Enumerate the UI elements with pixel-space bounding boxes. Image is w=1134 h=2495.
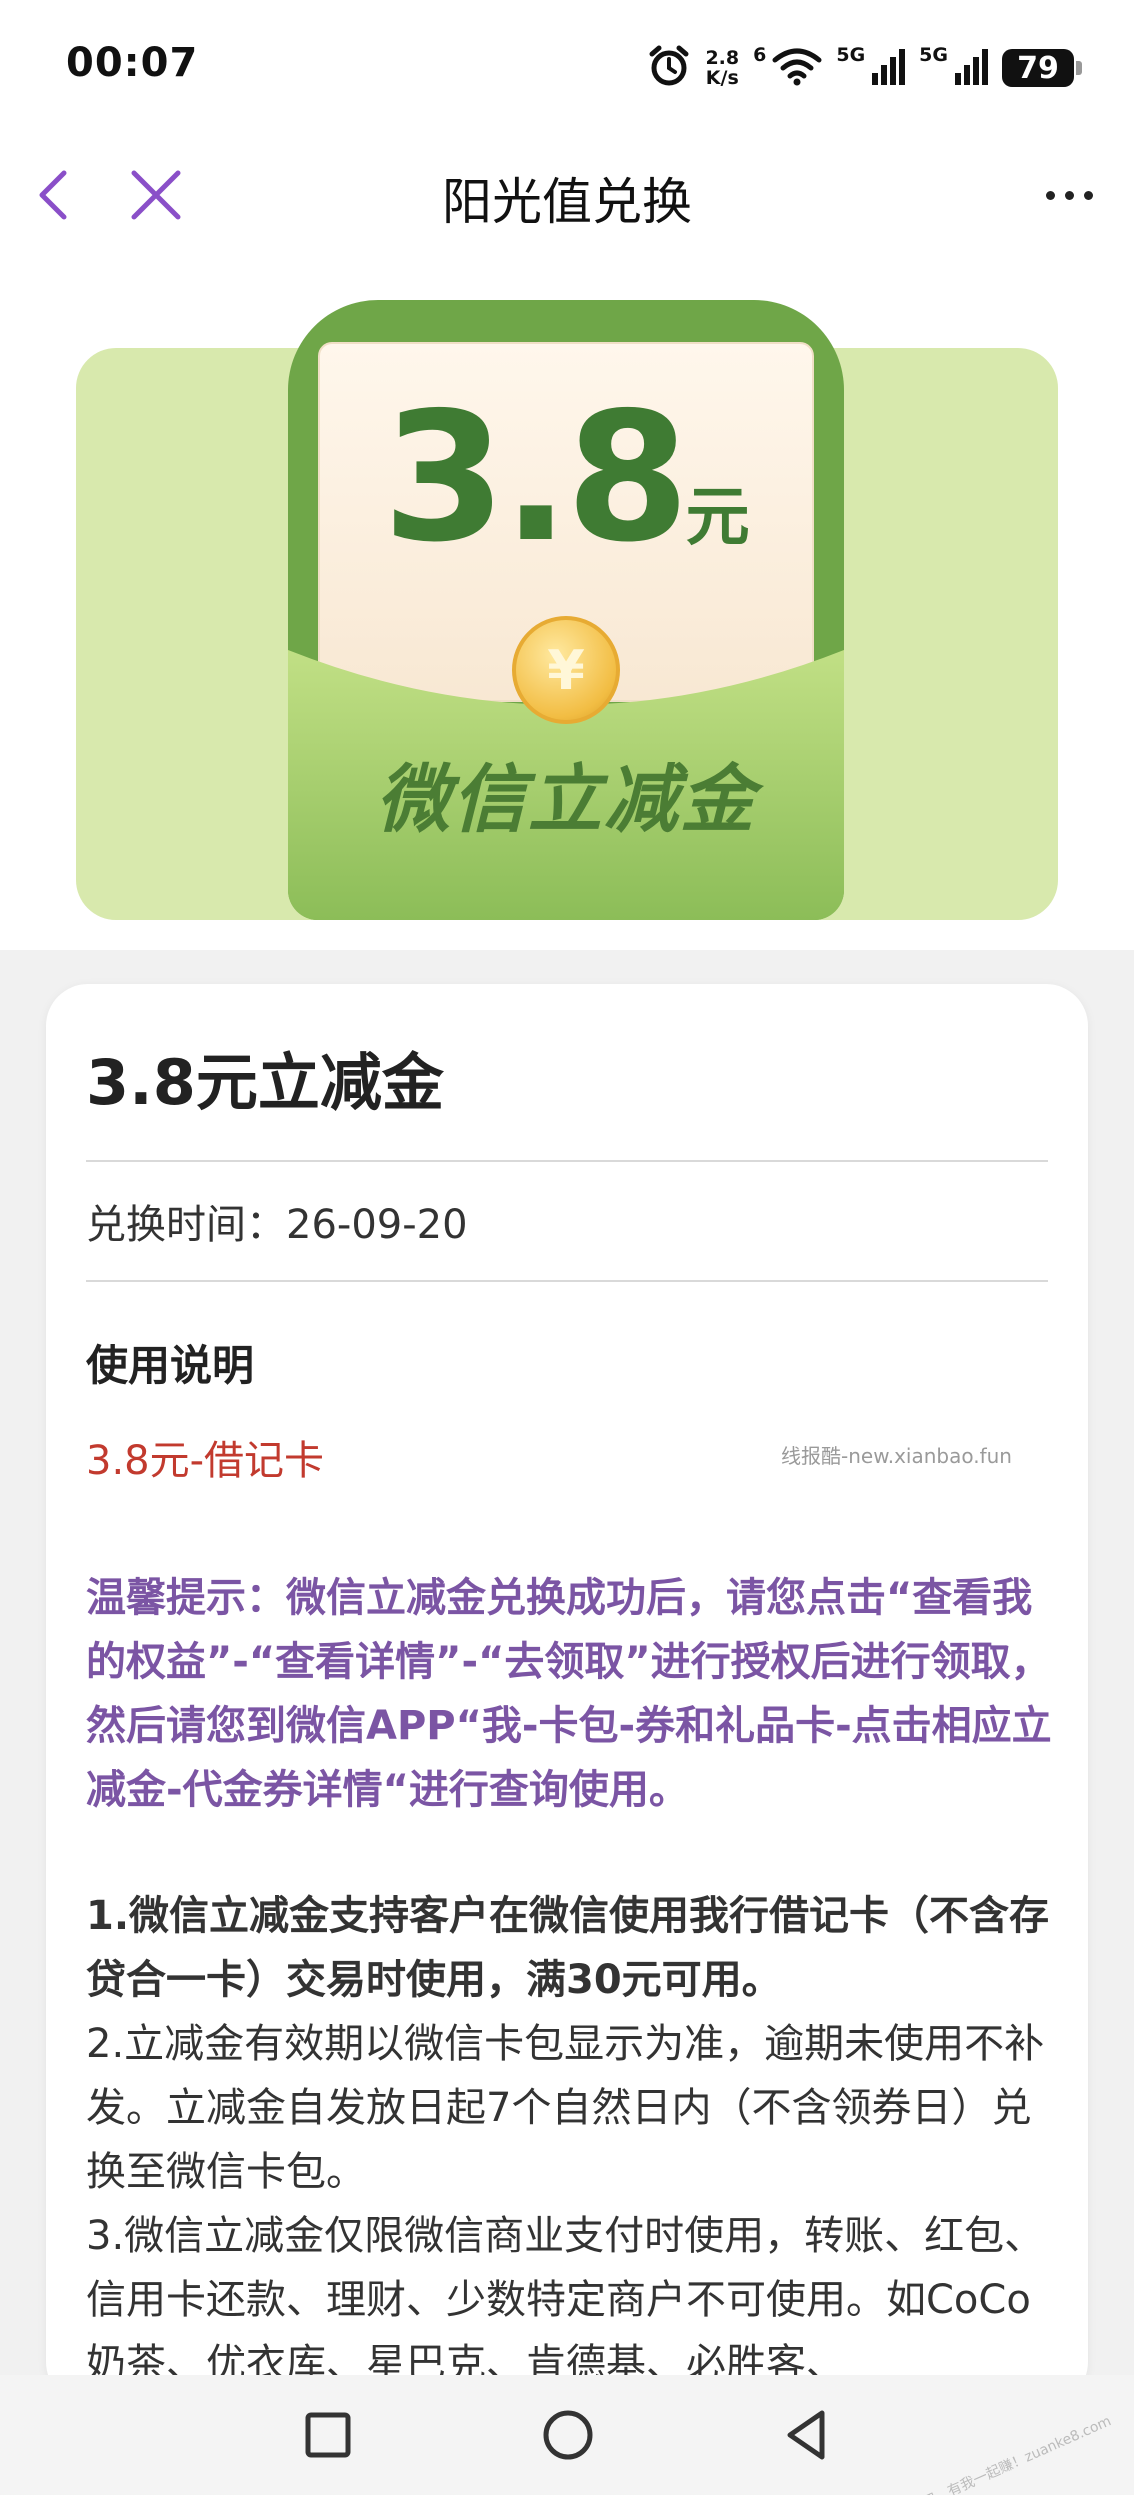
square-icon xyxy=(305,2412,351,2458)
battery-indicator: 79 xyxy=(1002,49,1082,87)
wifi-badge: 6 xyxy=(753,44,767,66)
nav-bar: 阳光值兑换 xyxy=(0,140,1134,250)
rule-item: 1.微信立减金支持客户在微信使用我行借记卡（不含存贷合一卡）交易时使用，满30元… xyxy=(86,1893,1050,2003)
hero-amount-number: 3.8 xyxy=(382,374,689,581)
card-type-note: 3.8元-借记卡 xyxy=(86,1438,325,1484)
divider xyxy=(86,1160,1048,1162)
yuan-coin-icon: ¥ xyxy=(512,616,620,724)
signal1-label: 5G xyxy=(836,44,866,66)
triangle-back-icon xyxy=(787,2410,825,2460)
recent-apps-button[interactable] xyxy=(296,2403,360,2467)
redeem-time-label: 兑换时间： xyxy=(86,1202,286,1248)
voucher-title: 3.8元立减金 xyxy=(86,1046,444,1119)
more-dot-icon xyxy=(1064,190,1074,200)
signal2-icon xyxy=(954,47,988,89)
home-button[interactable] xyxy=(536,2403,600,2467)
more-dot-icon xyxy=(1083,190,1093,200)
alarm-icon xyxy=(647,44,691,92)
rule-item: 3.微信立减金仅限微信商业支付时使用，转账、红包、信用卡还款、理财、少数特定商户… xyxy=(86,2213,1045,2387)
system-back-button[interactable] xyxy=(776,2403,840,2467)
rule-item: 2.立减金有效期以微信卡包显示为准，逾期未使用不补发。立减金自发放日起7个自然日… xyxy=(86,2021,1045,2195)
corner-watermark: 赚客吧，有我一起赚！zuanke8.com xyxy=(894,2413,1114,2495)
wifi-icon xyxy=(772,46,822,90)
hero-amount-unit: 元 xyxy=(685,481,750,555)
more-dot-icon xyxy=(1045,190,1055,200)
hero-caption: 微信立减金 xyxy=(376,757,756,843)
warm-tip: 温馨提示：微信立减金兑换成功后，请您点击“查看我的权益”-“查看详情”-“去领取… xyxy=(86,1575,1052,1813)
more-menu-button[interactable] xyxy=(1034,170,1104,220)
signal2-label: 5G xyxy=(919,44,948,66)
hero-amount: 3.8元 xyxy=(320,374,812,581)
status-bar: 00:07 2.8 K/s 6 5G 5G 79 xyxy=(0,0,1134,140)
watermark-text: 线报酷-new.xianbao.fun xyxy=(781,1444,1012,1468)
circle-icon xyxy=(543,2410,593,2460)
signal1-icon xyxy=(871,47,906,89)
system-navigation-bar: 赚客吧，有我一起赚！zuanke8.com xyxy=(0,2375,1134,2495)
usage-section-title: 使用说明 xyxy=(86,1341,255,1390)
hero-banner: 3.8元 ¥ 微信立减金 xyxy=(0,250,1134,950)
usage-rules: 1.微信立减金支持客户在微信使用我行借记卡（不含存贷合一卡）交易时使用，满30元… xyxy=(86,1884,1056,2396)
status-icons: 2.8 K/s 6 5G 5G 79 xyxy=(647,40,1082,96)
redeem-time-value: 26-09-20 xyxy=(286,1202,468,1248)
divider xyxy=(86,1280,1048,1282)
redeem-time-row: 兑换时间：26-09-20 xyxy=(86,1192,468,1250)
content-area: 3.8元立减金 兑换时间：26-09-20 使用说明 3.8元-借记卡 线报酷-… xyxy=(0,950,1134,2404)
status-time: 00:07 xyxy=(66,40,199,86)
net-speed: 2.8 K/s xyxy=(705,47,740,89)
detail-card: 3.8元立减金 兑换时间：26-09-20 使用说明 3.8元-借记卡 线报酷-… xyxy=(46,984,1088,2404)
page-title: 阳光值兑换 xyxy=(442,173,692,231)
